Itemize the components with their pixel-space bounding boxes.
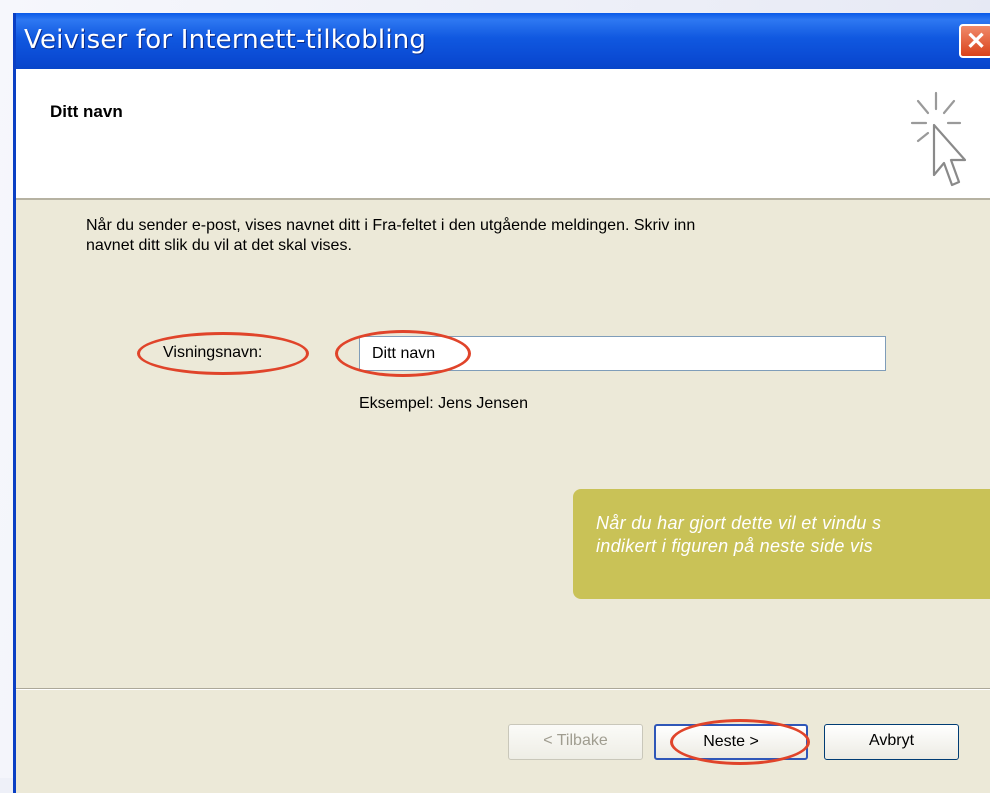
wizard-header: Ditt navn — [16, 69, 990, 200]
wizard-window: Veiviser for Internett-tilkobling ✕ Ditt… — [13, 13, 990, 793]
cancel-button[interactable]: Avbryt — [824, 724, 959, 760]
back-button[interactable]: < Tilbake — [508, 724, 643, 760]
window-title: Veiviser for Internett-tilkobling — [24, 25, 427, 55]
description-line-1: Når du sender e-post, vises navnet ditt … — [86, 217, 696, 234]
footer-divider — [16, 688, 990, 690]
annotation-callout: Når du har gjort dette vil et vindu s in… — [573, 489, 990, 599]
page-title: Ditt navn — [50, 102, 123, 121]
callout-line-1: Når du har gjort dette vil et vindu s — [596, 513, 882, 533]
example-text: Eksempel: Jens Jensen — [359, 395, 528, 412]
title-bar[interactable]: Veiviser for Internett-tilkobling ✕ — [16, 13, 990, 69]
close-icon: ✕ — [965, 28, 987, 55]
next-button[interactable]: Neste > — [654, 724, 808, 760]
close-button[interactable]: ✕ — [959, 24, 990, 58]
display-name-input[interactable] — [360, 337, 885, 370]
display-name-field[interactable] — [359, 336, 886, 371]
wizard-cursor-icon — [910, 91, 967, 187]
display-name-label: Visningsnavn: — [163, 344, 263, 361]
description: Når du sender e-post, vises navnet ditt … — [86, 216, 926, 256]
callout-line-2: indikert i figuren på neste side vis — [596, 536, 873, 556]
description-line-2: navnet ditt slik du vil at det skal vise… — [86, 237, 352, 254]
